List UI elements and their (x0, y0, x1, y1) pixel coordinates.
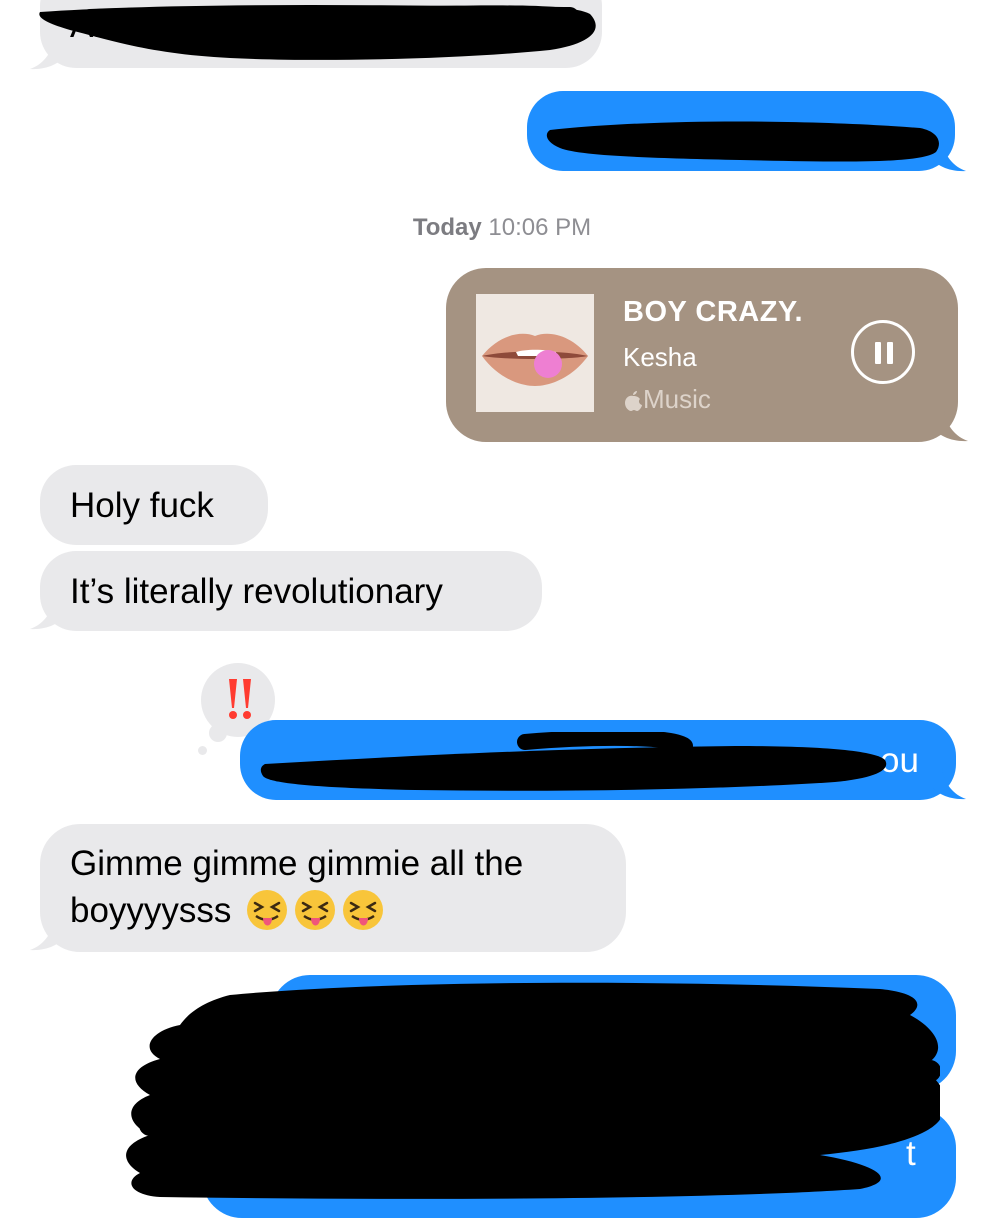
squinting-tongue-face-emoji (343, 890, 384, 930)
reaction-bubble-dot (209, 724, 227, 742)
timestamp-time: 10:06 PM (488, 214, 592, 241)
redaction-scribble (126, 982, 940, 1199)
redaction-scribble (39, 5, 596, 60)
bubble-tail (930, 768, 966, 800)
reaction-bubble-dot (198, 746, 207, 755)
pause-button[interactable] (851, 320, 915, 384)
message-text-line1: Gimme gimme gimmie all the (70, 844, 524, 883)
timestamp-day: Today (412, 214, 482, 241)
conversation-timestamp: Today 10:06 PM (0, 214, 1004, 242)
apple-logo-icon (625, 391, 642, 411)
redaction-scribble (546, 121, 939, 162)
song-source-text: Music (643, 384, 711, 414)
message-text: It’s literally revolutionary (70, 572, 443, 611)
song-title: BOY CRAZY. (623, 296, 804, 328)
redaction-scribble (260, 732, 887, 791)
squinting-tongue-face-emoji (247, 890, 288, 930)
message-text: Holy fuck (70, 486, 214, 525)
lips-artwork (476, 294, 594, 412)
bubble-tail (30, 598, 66, 630)
album-cover-image (476, 294, 594, 412)
bubble-tail (30, 919, 66, 951)
bubble-tail (932, 410, 968, 442)
apple-music-share-card[interactable]: BOY CRAZY. Kesha Music (446, 268, 958, 442)
message-text-line2: boyyyysss (70, 888, 385, 933)
pause-icon (887, 342, 893, 364)
song-artist: Kesha (623, 342, 697, 372)
squinting-tongue-face-emoji (295, 890, 336, 930)
pause-icon (875, 342, 881, 364)
message-text: boyyyysss (70, 891, 232, 930)
apple-music-label: Music (623, 384, 711, 415)
